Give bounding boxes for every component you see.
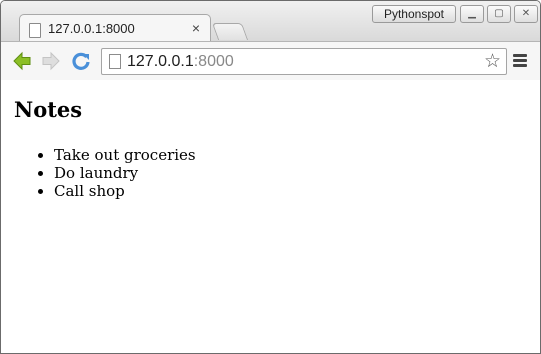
tab-close-icon[interactable]: × xyxy=(192,20,200,36)
list-item: Call shop xyxy=(54,182,196,200)
minimize-button[interactable]: ▁ xyxy=(460,5,484,23)
list-item: Do laundry xyxy=(54,164,196,182)
url-text[interactable]: 127.0.0.1:8000 xyxy=(127,53,234,71)
page-title: Notes xyxy=(14,97,83,122)
hamburger-menu-icon[interactable] xyxy=(513,54,527,68)
maximize-button[interactable]: ▢ xyxy=(487,5,511,23)
back-button[interactable] xyxy=(12,51,32,71)
tab-title: 127.0.0.1:8000 xyxy=(48,21,135,36)
forward-button[interactable] xyxy=(41,51,61,71)
title-bar: 127.0.0.1:8000 × Pythonspot ▁ ▢ ✕ xyxy=(1,1,540,43)
page-content: Notes Take out groceries Do laundry Call… xyxy=(1,80,540,353)
page-favicon-icon xyxy=(29,23,41,38)
forward-arrow-icon xyxy=(42,51,60,71)
toolbar: 127.0.0.1:8000 ☆ xyxy=(1,41,540,81)
reload-button[interactable] xyxy=(71,51,91,71)
list-item: Take out groceries xyxy=(54,146,196,164)
browser-window: 127.0.0.1:8000 × Pythonspot ▁ ▢ ✕ 127.0.… xyxy=(0,0,541,354)
new-tab-button[interactable] xyxy=(211,23,249,40)
back-arrow-icon xyxy=(13,51,31,71)
close-button[interactable]: ✕ xyxy=(514,5,538,23)
minimize-icon: ▁ xyxy=(468,8,476,19)
tab-active[interactable]: 127.0.0.1:8000 × xyxy=(19,14,211,43)
star-icon[interactable]: ☆ xyxy=(484,49,501,74)
url-host: 127.0.0.1 xyxy=(127,53,194,70)
url-port: :8000 xyxy=(193,53,234,70)
maximize-icon: ▢ xyxy=(494,8,504,19)
notes-list: Take out groceries Do laundry Call shop xyxy=(14,146,196,200)
close-icon: ✕ xyxy=(521,8,531,19)
profile-button[interactable]: Pythonspot xyxy=(372,5,456,23)
address-bar[interactable]: 127.0.0.1:8000 ☆ xyxy=(101,48,507,75)
page-icon xyxy=(109,54,121,69)
